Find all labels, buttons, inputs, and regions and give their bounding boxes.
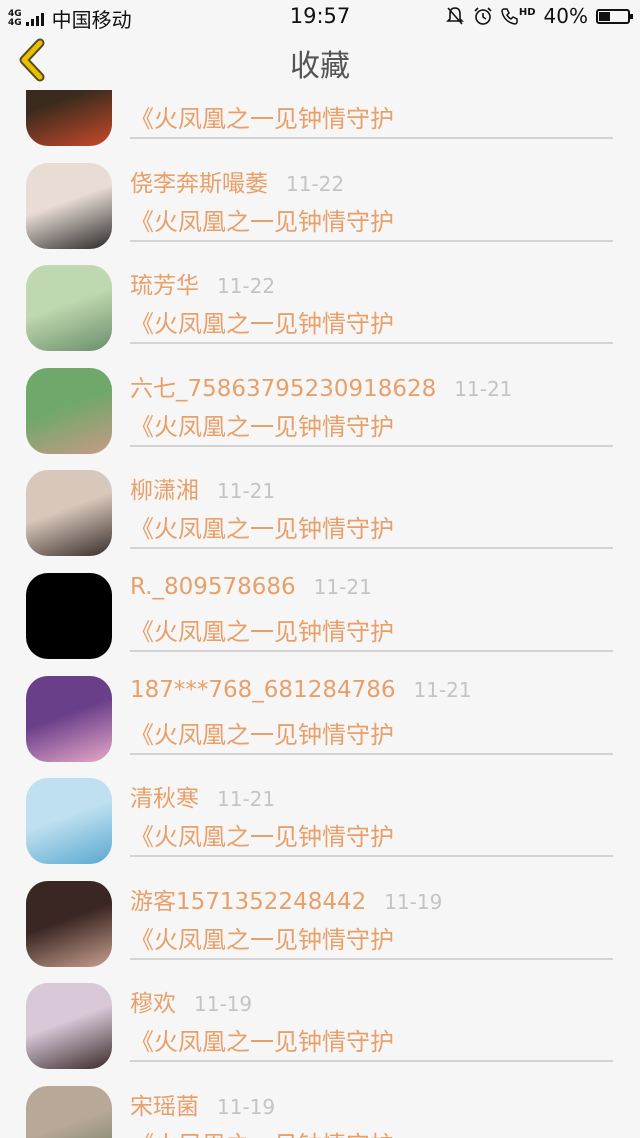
alarm-icon bbox=[474, 7, 492, 25]
favorite-item[interactable]: 游客1571352248442 11-19 《火凤凰之一见钟情守护 bbox=[0, 874, 640, 977]
user-line: R._809578686 11-21 bbox=[130, 574, 372, 600]
divider bbox=[130, 444, 613, 447]
user-line: 柳潇湘 11-21 bbox=[130, 471, 275, 505]
favorite-item[interactable]: 琉芳华 11-22 《火凤凰之一见钟情守护 bbox=[0, 258, 640, 361]
favorite-date: 11-19 bbox=[217, 1095, 276, 1119]
user-name[interactable]: R._809578686 bbox=[130, 574, 296, 600]
divider bbox=[130, 239, 613, 242]
user-line: 宋瑶菌 11-19 bbox=[130, 1087, 275, 1121]
book-title[interactable]: 《火凤凰之一见钟情守护 bbox=[130, 99, 394, 134]
favorite-date: 11-21 bbox=[454, 376, 513, 401]
avatar[interactable] bbox=[26, 573, 112, 659]
avatar[interactable] bbox=[26, 983, 112, 1070]
favorite-date: 11-21 bbox=[413, 677, 472, 702]
user-line: 六七_75863795230918628 11-21 bbox=[130, 369, 512, 403]
mute-bell-icon bbox=[445, 7, 464, 25]
favorite-item[interactable]: 柳潇湘 11-21 《火凤凰之一见钟情守护 bbox=[0, 463, 640, 566]
avatar[interactable] bbox=[26, 162, 112, 249]
favorite-date: 11-19 bbox=[384, 889, 443, 914]
book-title[interactable]: 《火凤凰之一见钟情守护 bbox=[130, 1022, 394, 1057]
avatar[interactable] bbox=[26, 1086, 112, 1138]
favorite-date: 11-22 bbox=[286, 171, 345, 196]
divider bbox=[130, 547, 613, 550]
user-name[interactable]: 柳潇湘 bbox=[130, 478, 199, 504]
divider bbox=[130, 957, 613, 960]
book-title[interactable]: 《火凤凰之一见钟情守护 bbox=[130, 509, 394, 544]
battery-icon bbox=[596, 8, 633, 24]
user-name[interactable]: 宋瑶菌 bbox=[130, 1094, 199, 1120]
favorite-date: 11-21 bbox=[313, 575, 372, 599]
book-title[interactable]: 《火凤凰之一见钟情守护 bbox=[130, 202, 394, 237]
avatar[interactable] bbox=[26, 470, 112, 557]
user-name[interactable]: 侥李奔斯嘬萎 bbox=[130, 171, 268, 197]
user-name[interactable]: 游客1571352248442 bbox=[130, 889, 366, 915]
book-title[interactable]: 《火凤凰之一见钟情守护 bbox=[130, 612, 394, 647]
user-name[interactable]: 琉芳华 bbox=[130, 273, 199, 299]
user-line: 清秋寒 11-21 bbox=[130, 779, 275, 813]
user-line: 187***768_681284786 11-21 bbox=[130, 677, 472, 703]
favorite-item[interactable]: 宋瑶菌 11-19 《火凤凰之一见钟情守护 bbox=[0, 1079, 640, 1138]
favorite-date: 11-19 bbox=[194, 992, 253, 1017]
favorite-item[interactable]: 清秋寒 11-21 《火凤凰之一见钟情守护 bbox=[0, 771, 640, 874]
avatar[interactable] bbox=[26, 675, 112, 762]
divider bbox=[130, 342, 613, 345]
favorite-date: 11-22 bbox=[217, 274, 276, 299]
avatar[interactable] bbox=[26, 778, 112, 865]
nav-bar: 收藏 bbox=[0, 32, 640, 90]
book-title[interactable]: 《火凤凰之一见钟情守护 bbox=[130, 407, 394, 442]
favorite-item[interactable]: 187***768_681284786 11-21 《火凤凰之一见钟情守护 bbox=[0, 669, 640, 772]
book-title[interactable]: 《火凤凰之一见钟情守护 bbox=[130, 817, 394, 852]
divider bbox=[130, 855, 613, 858]
book-title[interactable]: 《火凤凰之一见钟情守护 bbox=[130, 1125, 394, 1138]
battery-percent: 40% bbox=[543, 4, 588, 28]
favorite-item[interactable]: 侥李奔斯嘬萎 11-22 《火凤凰之一见钟情守护 bbox=[0, 156, 640, 259]
user-name[interactable]: 清秋寒 bbox=[130, 786, 199, 812]
favorite-item[interactable]: 穆欢 11-19 《火凤凰之一见钟情守护 bbox=[0, 976, 640, 1079]
user-name[interactable]: 穆欢 bbox=[130, 991, 176, 1017]
favorite-item[interactable]: 六七_75863795230918628 11-21 《火凤凰之一见钟情守护 bbox=[0, 361, 640, 464]
user-line: 琉芳华 11-22 bbox=[130, 266, 275, 300]
divider bbox=[130, 1060, 613, 1063]
status-bar: 4G 4G 中国移动 19:57 HD 40% bbox=[0, 0, 640, 32]
user-name[interactable]: 六七_75863795230918628 bbox=[130, 376, 436, 402]
user-line: 游客1571352248442 11-19 bbox=[130, 882, 442, 916]
page-title: 收藏 bbox=[290, 49, 350, 84]
book-title[interactable]: 《火凤凰之一见钟情守护 bbox=[130, 715, 394, 750]
user-line: 侥李奔斯嘬萎 11-22 bbox=[130, 164, 344, 198]
divider bbox=[130, 650, 613, 652]
divider bbox=[130, 137, 613, 139]
chevron-left-icon bbox=[19, 38, 45, 82]
divider bbox=[130, 752, 613, 755]
favorites-list[interactable]: 《火凤凰之一见钟情守护 侥李奔斯嘬萎 11-22 《火凤凰之一见钟情守护 琉芳华 11-2… bbox=[0, 0, 640, 1138]
back-button[interactable] bbox=[14, 38, 54, 82]
avatar[interactable] bbox=[26, 880, 112, 967]
book-title[interactable]: 《火凤凰之一见钟情守护 bbox=[130, 920, 394, 955]
favorite-item[interactable]: R._809578686 11-21 《火凤凰之一见钟情守护 bbox=[0, 566, 640, 669]
favorite-date: 11-21 bbox=[217, 479, 276, 504]
user-line: 穆欢 11-19 bbox=[130, 984, 252, 1018]
favorite-date: 11-21 bbox=[217, 787, 276, 812]
hd-call-icon: HD bbox=[501, 7, 536, 25]
book-title[interactable]: 《火凤凰之一见钟情守护 bbox=[130, 304, 394, 339]
avatar[interactable] bbox=[26, 367, 112, 454]
avatar[interactable] bbox=[26, 265, 112, 352]
user-name[interactable]: 187***768_681284786 bbox=[130, 677, 396, 703]
